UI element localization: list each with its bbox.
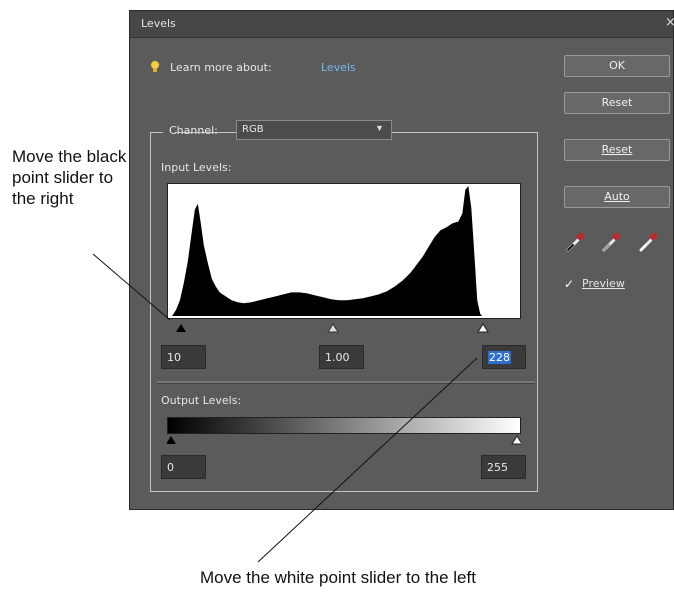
output-levels-label: Output Levels: [161, 394, 242, 407]
input-gamma-field[interactable]: 1.00 [319, 345, 364, 369]
input-slider-track [176, 323, 489, 333]
output-black-slider[interactable] [167, 436, 176, 444]
annotation-black-point: Move the black point slider to the right [12, 147, 127, 208]
dialog-title: Levels [141, 17, 176, 30]
learn-more-link[interactable]: Levels [321, 61, 356, 74]
chevron-down-icon: ▼ [375, 123, 384, 133]
white-point-slider[interactable] [477, 323, 489, 333]
output-white-value: 255 [487, 461, 508, 474]
ok-button[interactable]: OK [564, 55, 670, 77]
reset-button[interactable]: Reset [564, 92, 670, 114]
black-point-slider[interactable] [176, 324, 186, 332]
reset-button-secondary[interactable]: Reset [564, 139, 670, 161]
auto-button[interactable]: Auto [564, 186, 670, 208]
gray-eyedropper-icon[interactable] [600, 229, 624, 253]
checkmark-icon[interactable]: ✓ [564, 277, 578, 291]
divider [157, 381, 535, 384]
output-black-value: 0 [167, 461, 174, 474]
annotation-white-point: Move the white point slider to the left [200, 568, 476, 587]
input-white-value: 228 [488, 351, 511, 364]
gamma-slider[interactable] [327, 323, 339, 333]
close-icon[interactable]: × [665, 15, 674, 30]
black-eyedropper-icon[interactable] [564, 229, 588, 253]
output-white-slider[interactable] [511, 435, 521, 445]
levels-dialog: Levels × Learn more about: Levels Channe… [129, 10, 674, 510]
input-levels-label: Input Levels: [161, 161, 232, 174]
lightbulb-icon [151, 61, 159, 72]
input-black-value: 10 [167, 351, 181, 364]
channel-value: RGB [242, 124, 264, 135]
output-black-field[interactable]: 0 [161, 455, 206, 479]
preview-label: Preview [582, 277, 625, 290]
channel-label: Channel: [169, 124, 218, 137]
histogram [167, 183, 521, 319]
learn-more-label: Learn more about: [170, 61, 272, 74]
input-white-field[interactable]: 228 [482, 345, 526, 369]
output-slider-track [167, 435, 521, 445]
input-gamma-value: 1.00 [325, 351, 350, 364]
output-gradient [167, 417, 521, 434]
channel-select[interactable]: RGB ▼ [236, 120, 392, 140]
title-bar[interactable]: Levels × [130, 11, 674, 38]
input-black-field[interactable]: 10 [161, 345, 206, 369]
white-eyedropper-icon[interactable] [637, 229, 661, 253]
channel-row: Channel: RGB ▼ [163, 118, 392, 144]
output-white-field[interactable]: 255 [481, 455, 526, 479]
